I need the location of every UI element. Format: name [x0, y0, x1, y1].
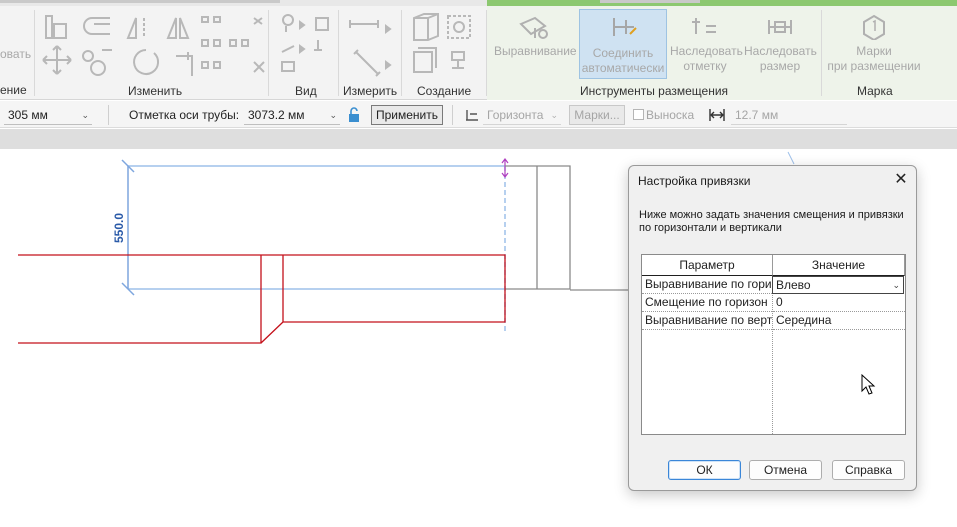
inherit-elevation-button[interactable]: Наследовать отметку [670, 14, 743, 74]
panel-label-tag: Марка [857, 84, 893, 98]
horizontal-justification-dropdown[interactable]: Влево ⌄ [772, 276, 904, 294]
panel-label-placement-tools: Инструменты размещения [580, 84, 729, 98]
close-icon[interactable]: ✕ [891, 170, 911, 190]
cancel-button[interactable]: Отмена [749, 460, 822, 480]
ok-button[interactable]: ОК [668, 460, 741, 480]
view-tools-icons[interactable] [278, 12, 336, 78]
diameter-value: 305 мм [8, 108, 48, 122]
column-header-value: Значение [773, 255, 905, 276]
inherit-elevation-label: Наследовать отметку [670, 44, 743, 73]
inherit-size-label: Наследовать размер [744, 44, 817, 73]
panel-label-view: Вид [295, 84, 317, 98]
pipe-elevation-label: Отметка оси трубы: [129, 108, 240, 122]
inherit-elevation-icon [692, 18, 716, 34]
justify-icon [519, 16, 548, 39]
panel-separator [338, 10, 339, 96]
create-tools-icons[interactable] [408, 12, 480, 78]
panel-label-create: Создание [417, 84, 472, 98]
chevron-down-icon[interactable]: ⌄ [892, 277, 900, 293]
checkbox-box[interactable] [633, 109, 644, 120]
panel-separator [268, 10, 269, 96]
apply-button[interactable]: Применить [371, 105, 443, 125]
app-window: овать ение Изменить Вид Измерить Создани… [0, 0, 957, 527]
justify-label: Выравнивание [494, 44, 577, 58]
auto-connect-label: Соединить автоматически [581, 46, 665, 75]
row-param-horizontal-justification[interactable]: Выравнивание по гори [642, 276, 772, 294]
dialog-description: Ниже можно задать значения смещения и пр… [639, 209, 904, 234]
horizontal-offset-value[interactable]: 0 [773, 294, 905, 312]
separator [108, 105, 109, 125]
dialog-title: Настройка привязки [638, 174, 751, 188]
justify-button[interactable]: Выравнивание [494, 14, 577, 59]
partial-button-label[interactable]: овать [0, 47, 31, 62]
panel-label-measure: Измерить [343, 84, 398, 98]
row-param-horizontal-offset[interactable]: Смещение по горизон [642, 294, 772, 312]
row-param-vertical-justification[interactable]: Выравнивание по верт [642, 312, 772, 330]
help-button[interactable]: Справка [832, 460, 905, 480]
leader-length-value: 12.7 мм [735, 108, 779, 122]
unlock-icon[interactable] [347, 107, 361, 127]
separator [452, 105, 453, 125]
chevron-down-icon: ⌄ [81, 110, 89, 120]
modify-tools-icons[interactable] [40, 12, 280, 82]
partial-panel-label: ение [0, 83, 27, 97]
chevron-down-icon: ⌄ [550, 110, 558, 120]
auto-connect-icon [613, 18, 637, 36]
ribbon: овать ение Изменить Вид Измерить Создани… [0, 0, 957, 100]
pipe-elevation-select[interactable]: 3073.2 мм ⌄ [244, 105, 340, 125]
panel-label-modify: Изменить [128, 84, 183, 98]
tag-on-placement-label: Марки при размещении [827, 44, 921, 73]
tag-on-placement-button[interactable]: Марки при размещении [826, 14, 922, 74]
tags-button[interactable]: Марки... [569, 105, 625, 125]
diameter-select[interactable]: 305 мм ⌄ [4, 105, 92, 125]
parameters-grid: Параметр Значение Выравнивание по гори В… [641, 254, 906, 435]
horizontal-orientation-select[interactable]: Горизонта ⌄ [483, 105, 561, 125]
inherit-size-button[interactable]: Наследовать размер [744, 14, 817, 74]
tab-strip-segment [600, 0, 700, 3]
tab-strip-segment [0, 0, 280, 3]
panel-separator [401, 10, 402, 96]
chevron-down-icon: ⌄ [329, 110, 337, 120]
column-header-parameter: Параметр [642, 255, 773, 276]
view-tab-strip [0, 129, 957, 149]
options-bar: 305 мм ⌄ Отметка оси трубы: 3073.2 мм ⌄ … [0, 101, 957, 128]
measure-tools-icons[interactable] [346, 14, 398, 78]
panel-separator [821, 10, 822, 96]
horizontal-justification-value: Влево [776, 278, 811, 292]
leader-length-field[interactable]: 12.7 мм [731, 105, 847, 125]
horizontal-orientation-value: Горизонта [487, 108, 544, 122]
leader-orientation-icon [466, 110, 478, 121]
leader-length-icon [709, 109, 725, 121]
pipe-elevation-value: 3073.2 мм [248, 108, 305, 122]
panel-separator [34, 10, 35, 96]
vertical-justification-value[interactable]: Середина [773, 312, 905, 330]
auto-connect-button[interactable]: Соединить автоматически [579, 9, 667, 79]
leader-checkbox[interactable]: Выноска [633, 105, 694, 125]
dimension-label[interactable]: 550.0 [112, 208, 128, 248]
panel-separator [486, 10, 487, 96]
justification-dialog: Настройка привязки ✕ Ниже можно задать з… [628, 165, 917, 491]
mouse-cursor-icon [861, 374, 876, 395]
tag-icon [863, 14, 885, 40]
leader-checkbox-label: Выноска [646, 108, 695, 122]
inherit-size-icon [768, 20, 792, 34]
